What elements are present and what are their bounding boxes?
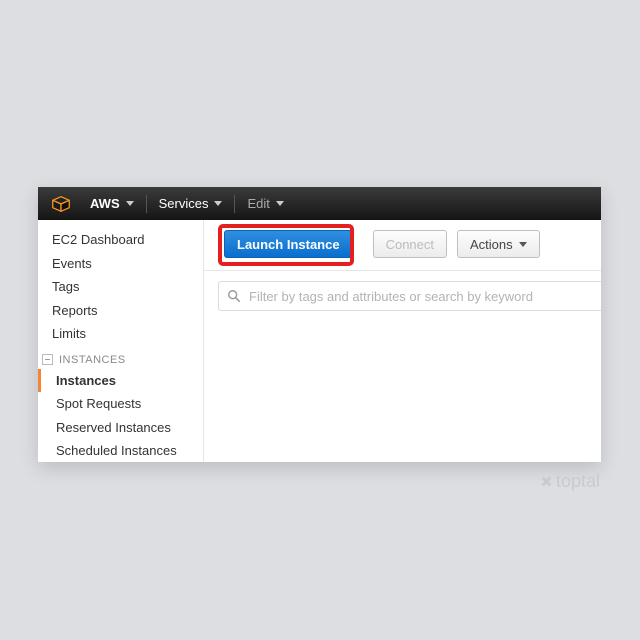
sidebar-item-ec2-dashboard[interactable]: EC2 Dashboard	[38, 228, 203, 252]
main-content: Launch Instance Connect Actions	[204, 220, 601, 462]
sidebar-item-scheduled-instances[interactable]: Scheduled Instances	[38, 439, 203, 462]
sidebar-item-instances[interactable]: Instances	[38, 369, 203, 393]
search-icon	[227, 289, 241, 303]
nav-services-menu[interactable]: Services	[149, 187, 233, 220]
sidebar-group-label: INSTANCES	[59, 354, 126, 366]
filter-search[interactable]	[218, 281, 601, 311]
collapse-icon	[42, 354, 53, 365]
nav-services-label: Services	[159, 196, 209, 211]
chevron-down-icon	[126, 201, 134, 206]
chevron-down-icon	[214, 201, 222, 206]
sidebar-item-spot-requests[interactable]: Spot Requests	[38, 392, 203, 416]
sidebar-item-reserved-instances[interactable]: Reserved Instances	[38, 416, 203, 440]
actions-label: Actions	[470, 237, 513, 252]
nav-edit-menu[interactable]: Edit	[237, 187, 293, 220]
chevron-down-icon	[276, 201, 284, 206]
chevron-down-icon	[519, 242, 527, 247]
sidebar-item-limits[interactable]: Limits	[38, 322, 203, 346]
sidebar-item-reports[interactable]: Reports	[38, 299, 203, 323]
sidebar-item-tags[interactable]: Tags	[38, 275, 203, 299]
global-nav: AWS Services Edit	[38, 187, 601, 220]
console-body: EC2 Dashboard Events Tags Reports Limits…	[38, 220, 601, 462]
nav-aws-menu[interactable]: AWS	[80, 187, 144, 220]
sidebar: EC2 Dashboard Events Tags Reports Limits…	[38, 220, 204, 462]
nav-separator	[146, 195, 147, 213]
aws-console-panel: AWS Services Edit EC2 Dashboard Events T…	[38, 187, 601, 462]
nav-separator	[234, 195, 235, 213]
sidebar-item-events[interactable]: Events	[38, 252, 203, 276]
connect-button[interactable]: Connect	[373, 230, 447, 258]
toptal-logo-icon	[539, 474, 555, 490]
sidebar-group-instances[interactable]: INSTANCES	[38, 346, 203, 369]
toolbar: Launch Instance Connect Actions	[204, 226, 601, 271]
filter-input[interactable]	[249, 289, 593, 304]
launch-instance-button[interactable]: Launch Instance	[224, 230, 353, 258]
nav-edit-label: Edit	[247, 196, 269, 211]
nav-aws-label: AWS	[90, 196, 120, 211]
aws-logo-icon[interactable]	[48, 191, 74, 217]
toptal-watermark: toptal	[541, 471, 600, 492]
actions-menu-button[interactable]: Actions	[457, 230, 540, 258]
toptal-label: toptal	[556, 471, 600, 492]
